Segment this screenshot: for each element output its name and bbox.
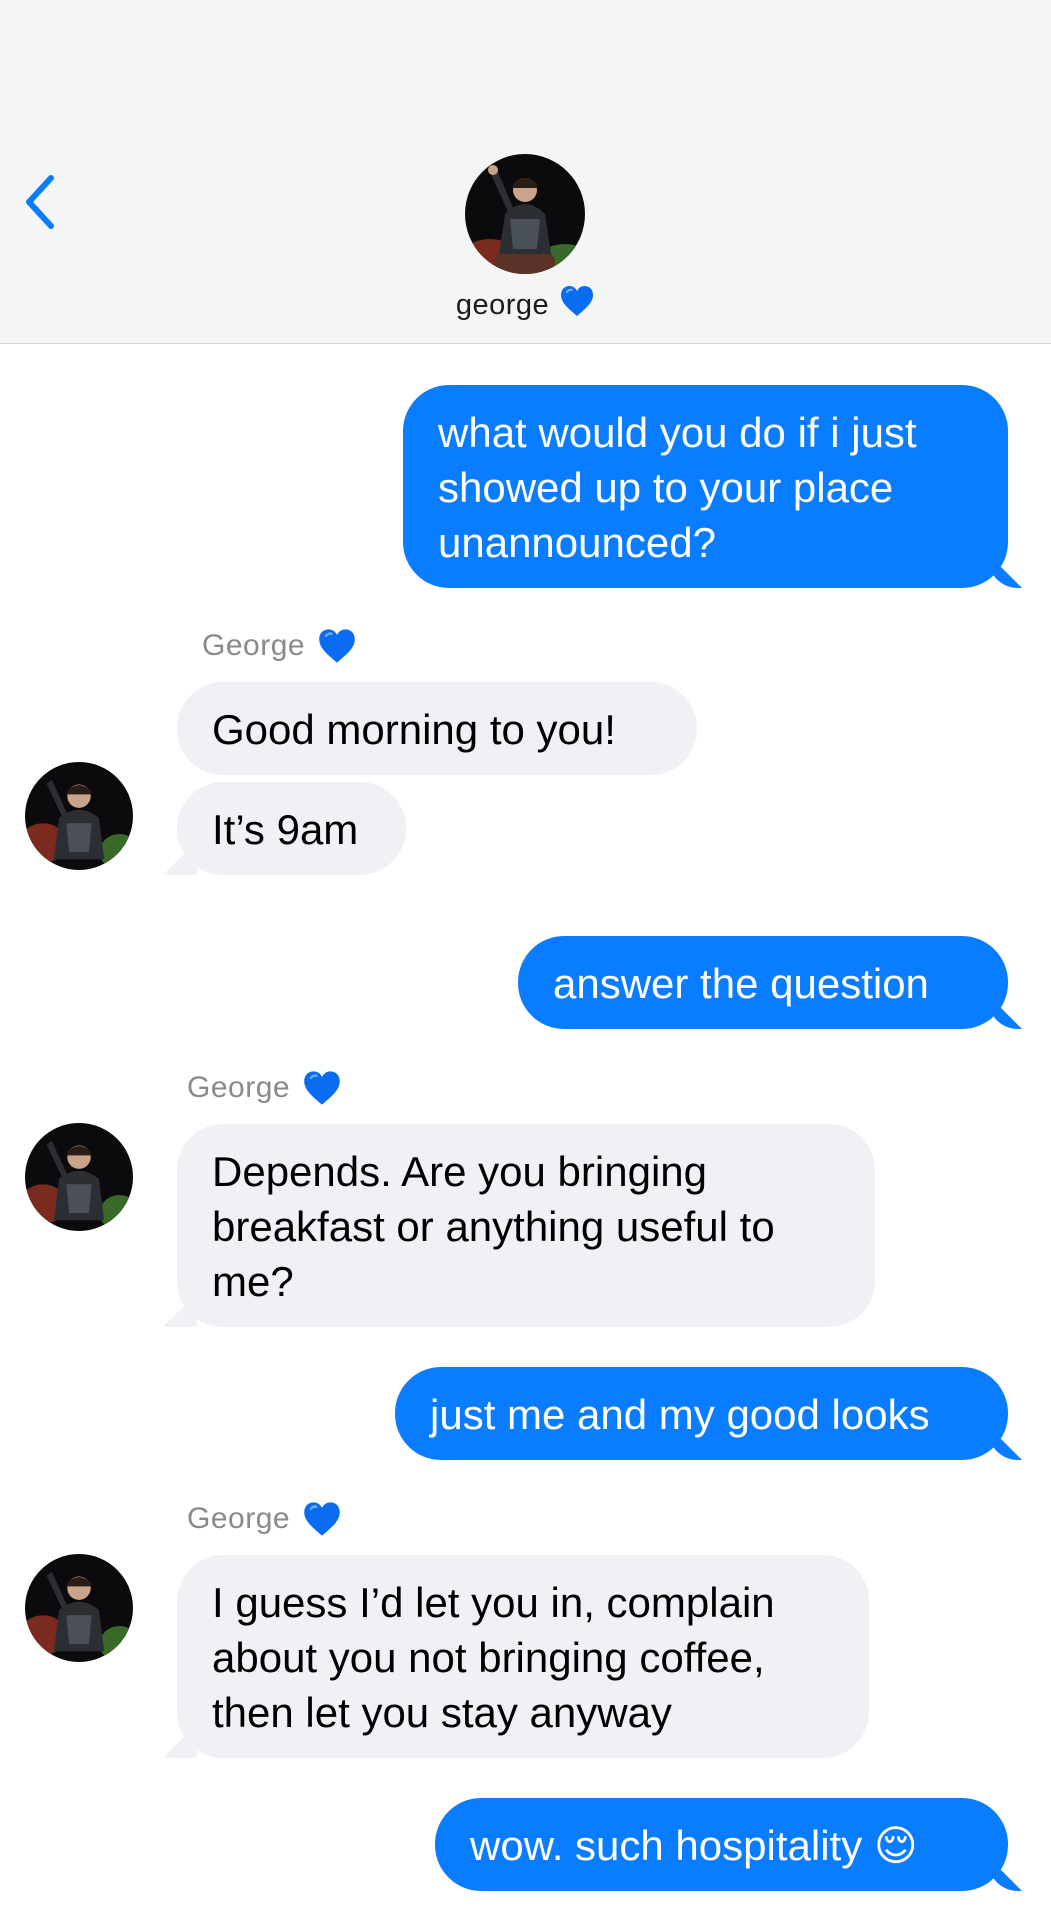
received-message[interactable]: Depends. Are you bringing breakfast or a… (177, 1124, 875, 1327)
sent-message[interactable]: wow. such hospitality 😌 (435, 1798, 1008, 1891)
sender-avatar[interactable] (25, 1554, 133, 1662)
blue-heart-icon (304, 1071, 340, 1105)
message-text: answer the question (553, 960, 929, 1007)
sender-avatar[interactable] (25, 1123, 133, 1231)
sent-message[interactable]: just me and my good looks (395, 1367, 1008, 1460)
received-message[interactable]: I guess I’d let you in, complain about y… (177, 1555, 869, 1758)
sender-name: George (187, 1502, 291, 1535)
sender-name: George (202, 629, 306, 662)
received-message[interactable]: Good morning to you! (177, 682, 697, 775)
message-text: Depends. Are you bringing breakfast or a… (212, 1148, 775, 1305)
sender-avatar[interactable] (25, 762, 133, 870)
sender-label: George (187, 1500, 342, 1538)
message-thread: what would you do if i just showed up to… (0, 0, 1051, 1920)
received-message[interactable]: It’s 9am (177, 782, 406, 875)
blue-heart-icon (319, 629, 355, 663)
sender-name: George (187, 1071, 291, 1104)
message-text: I guess I’d let you in, complain about y… (212, 1579, 775, 1736)
blue-heart-icon (304, 1502, 340, 1536)
message-text: just me and my good looks (430, 1391, 930, 1438)
message-text: It’s 9am (212, 806, 359, 853)
message-text: what would you do if i just showed up to… (438, 409, 917, 566)
message-text: Good morning to you! (212, 706, 616, 753)
sent-message[interactable]: what would you do if i just showed up to… (403, 385, 1008, 588)
sent-message[interactable]: answer the question (518, 936, 1008, 1029)
sender-label: George (187, 1069, 342, 1107)
sender-label: George (202, 627, 357, 665)
message-text: wow. such hospitality 😌 (470, 1822, 918, 1869)
